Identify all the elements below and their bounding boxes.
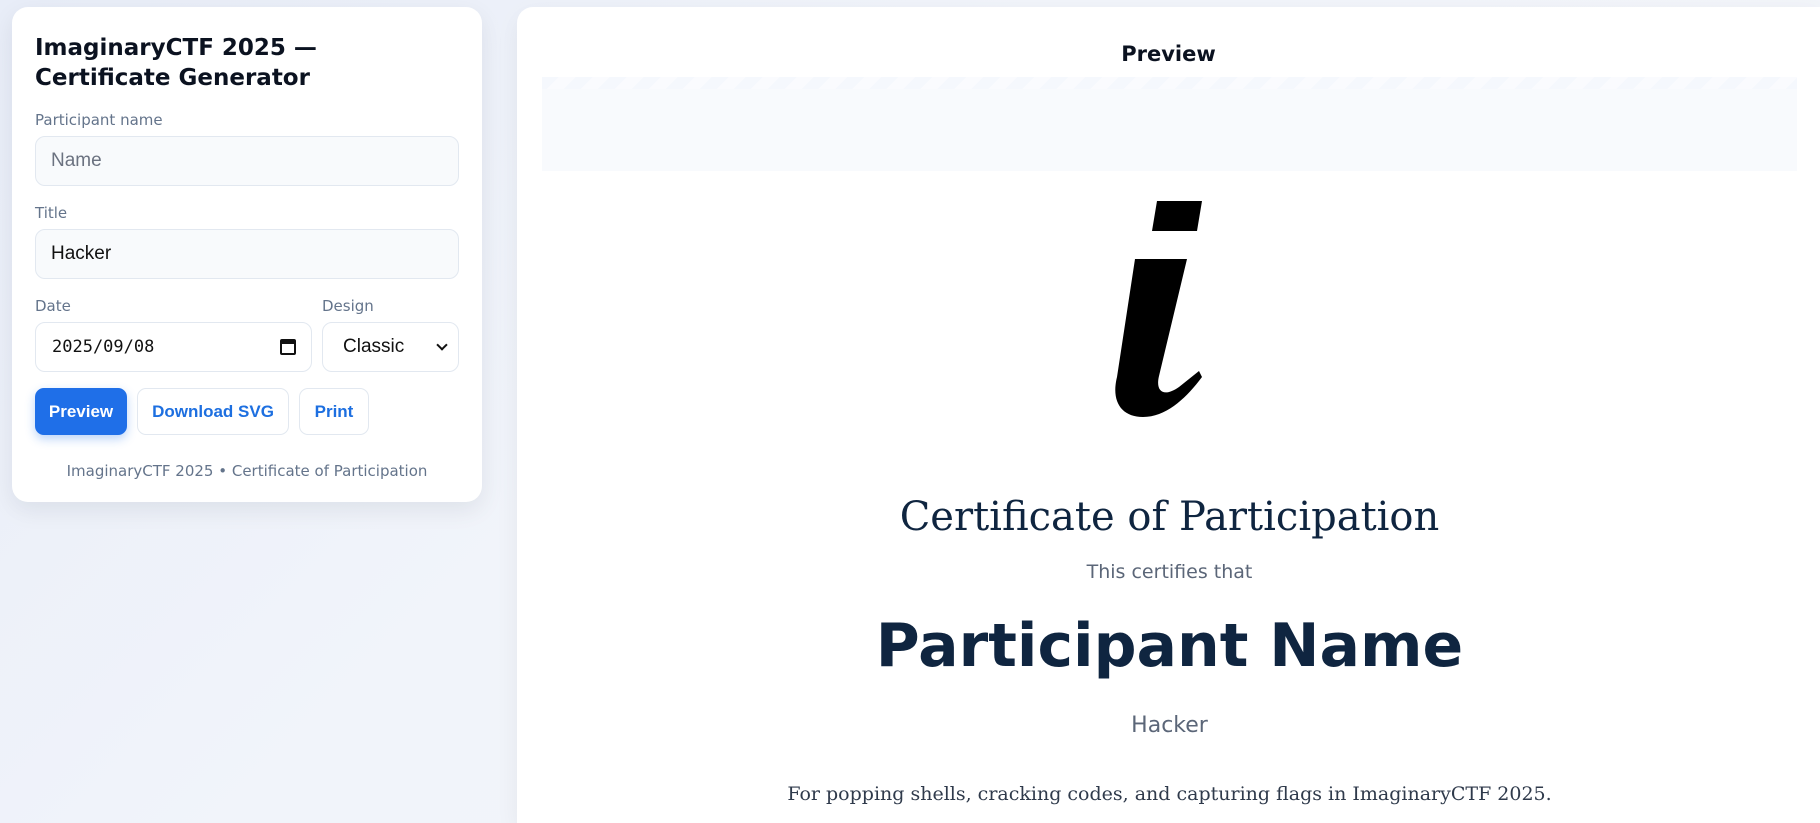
certificate-subtitle: This certifies that <box>1086 561 1253 583</box>
certificate-logo <box>1115 201 1202 417</box>
participant-name-input[interactable]: Name <box>35 136 459 186</box>
participant-name-placeholder: Name <box>51 150 102 171</box>
print-button[interactable]: Print <box>299 388 369 435</box>
certificate: Certificate of Participation This certif… <box>542 171 1797 823</box>
panel-footer: ImaginaryCTF 2025 • Certificate of Parti… <box>66 462 428 480</box>
date-design-row: Date 2025/09/08 Design Classic <box>35 279 459 372</box>
preview-heading: Preview <box>1121 42 1216 66</box>
certificate-description: For popping shells, cracking codes, and … <box>787 783 1552 805</box>
date-input[interactable]: 2025/09/08 <box>35 322 312 372</box>
title-input-value: Hacker <box>51 243 112 264</box>
generator-panel: ImaginaryCTF 2025 — Certificate Generato… <box>12 7 482 502</box>
preview-card: Preview Certificate of Participation Thi… <box>517 7 1820 823</box>
calendar-icon[interactable] <box>280 339 296 355</box>
chevron-down-icon <box>436 339 448 351</box>
design-select[interactable]: Classic <box>322 322 459 372</box>
design-label: Design <box>322 297 374 315</box>
action-buttons: Preview Download SVG Print <box>35 388 459 435</box>
date-input-value: 2025/09/08 <box>52 337 155 357</box>
design-select-value: Classic <box>343 336 405 357</box>
preview-stage[interactable]: Certificate of Participation This certif… <box>542 77 1797 823</box>
date-label: Date <box>35 297 71 315</box>
design-column: Design Classic <box>322 279 459 372</box>
certificate-role: Hacker <box>1131 713 1208 738</box>
app-title: ImaginaryCTF 2025 — Certificate Generato… <box>35 35 317 91</box>
title-input[interactable]: Hacker <box>35 229 459 279</box>
download-svg-button[interactable]: Download SVG <box>137 388 289 435</box>
participant-name-label: Participant name <box>35 111 163 129</box>
certificate-participant-name: Participant Name <box>875 611 1464 681</box>
stage-band <box>542 89 1797 171</box>
title-label: Title <box>35 204 68 222</box>
certificate-title: Certificate of Participation <box>899 494 1440 540</box>
date-column: Date 2025/09/08 <box>35 279 312 372</box>
preview-button[interactable]: Preview <box>35 388 127 435</box>
